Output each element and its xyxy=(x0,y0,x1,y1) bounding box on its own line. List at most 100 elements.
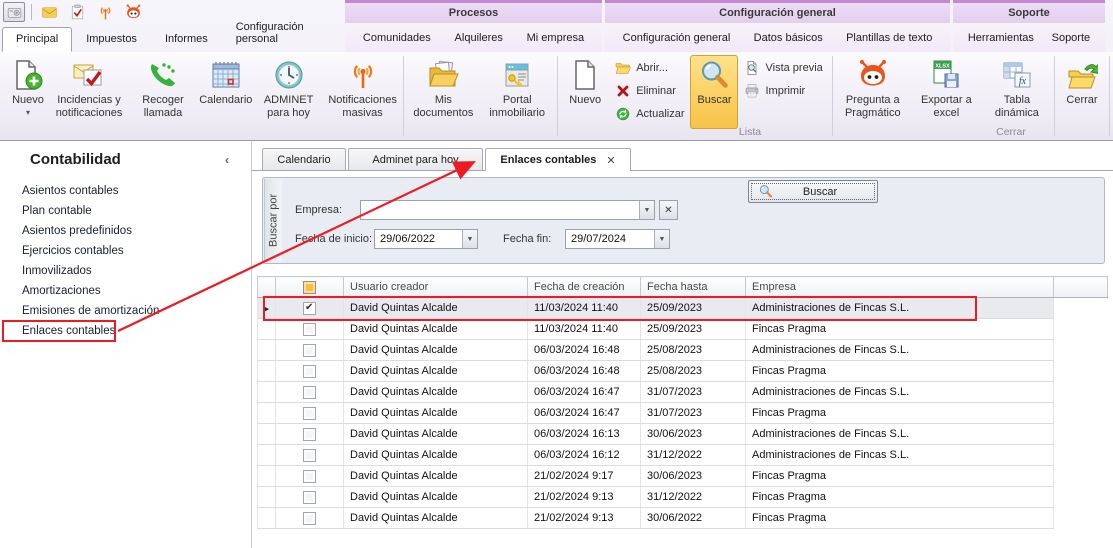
tabla-din-mica-button[interactable]: Tabla dinámica xyxy=(983,55,1051,129)
sidebar-item-amortizaciones[interactable]: Amortizaciones xyxy=(0,281,251,301)
ribbon-tab-plantillas-de-texto[interactable]: Plantillas de texto xyxy=(844,28,934,48)
col-fecha-hasta[interactable]: Fecha hasta xyxy=(641,277,746,298)
empresa-clear-button[interactable] xyxy=(659,200,678,220)
sidebar-item-plan-contable[interactable]: Plan contable xyxy=(0,201,251,221)
buscar-button[interactable]: Buscar xyxy=(748,180,878,203)
col-empresa[interactable]: Empresa xyxy=(746,277,1054,298)
sidebar-item-inmovilizados[interactable]: Inmovilizados xyxy=(0,261,251,281)
chevron-down-icon[interactable] xyxy=(462,230,477,248)
row-checkbox[interactable] xyxy=(303,428,316,441)
checkbox-cell[interactable] xyxy=(276,382,344,403)
recoger-llamada-button[interactable]: Recoger llamada xyxy=(126,55,200,129)
table-row[interactable]: David Quintas Alcalde11/03/2024 11:4025/… xyxy=(258,298,1108,319)
pragmatico-icon[interactable] xyxy=(122,2,144,22)
select-all-header[interactable] xyxy=(276,277,344,298)
col-fecha-creacion[interactable]: Fecha de creación xyxy=(528,277,641,298)
col-usuario-creador[interactable]: Usuario creador xyxy=(344,277,528,298)
ribbon-tab-configuración-personal[interactable]: Configuración personal xyxy=(222,15,345,52)
mis-documentos-button[interactable]: Mis documentos xyxy=(407,55,481,129)
table-header-row: Usuario creador Fecha de creación Fecha … xyxy=(258,277,1108,298)
ribbon-tab-mi-empresa[interactable]: Mi empresa xyxy=(525,28,586,48)
sidebar-item-emisiones-de-amortización[interactable]: Emisiones de amortización xyxy=(0,301,251,321)
fecha-fin-value[interactable]: 29/07/2024 xyxy=(566,233,654,245)
row-checkbox[interactable] xyxy=(303,449,316,462)
tab-adminet-para-hoy[interactable]: Adminet para hoy xyxy=(348,148,483,170)
empresa-combobox[interactable] xyxy=(360,200,655,220)
row-checkbox[interactable] xyxy=(303,512,316,525)
checkbox-cell[interactable] xyxy=(276,466,344,487)
row-checkbox[interactable] xyxy=(303,491,316,504)
checkbox-cell[interactable] xyxy=(276,403,344,424)
checkbox-cell[interactable] xyxy=(276,298,344,319)
table-row[interactable]: David Quintas Alcalde06/03/2024 16:4825/… xyxy=(258,361,1108,382)
tasks-icon[interactable] xyxy=(66,2,88,22)
table-row[interactable]: David Quintas Alcalde06/03/2024 16:4731/… xyxy=(258,382,1108,403)
table-row[interactable]: David Quintas Alcalde21/02/2024 9:1330/0… xyxy=(258,508,1108,529)
sidebar-item-ejercicios-contables[interactable]: Ejercicios contables xyxy=(0,241,251,261)
exportar-a-excel-button[interactable]: Exportar a excel xyxy=(910,55,983,129)
ribbon-tab-comunidades[interactable]: Comunidades xyxy=(361,28,433,48)
sidebar-collapse-icon[interactable]: ‹ xyxy=(225,153,229,167)
table-row[interactable]: David Quintas Alcalde06/03/2024 16:1231/… xyxy=(258,445,1108,466)
checkbox-cell[interactable] xyxy=(276,487,344,508)
nuevo-button[interactable]: Nuevo xyxy=(561,55,609,129)
sidebar-item-asientos-predefinidos[interactable]: Asientos predefinidos xyxy=(0,221,251,241)
ribbon-tab-datos-básicos[interactable]: Datos básicos xyxy=(752,28,825,48)
row-checkbox[interactable] xyxy=(303,302,316,315)
row-checkbox[interactable] xyxy=(303,323,316,336)
table-row[interactable]: David Quintas Alcalde06/03/2024 16:4825/… xyxy=(258,340,1108,361)
chevron-down-icon[interactable] xyxy=(639,201,654,219)
ribbon-tab-soporte[interactable]: Soporte xyxy=(1050,28,1093,48)
row-checkbox[interactable] xyxy=(303,365,316,378)
notificaciones-masivas-button[interactable]: Notificaciones masivas xyxy=(326,55,400,129)
close-icon[interactable] xyxy=(606,154,615,167)
broadcast-icon[interactable] xyxy=(94,2,116,22)
row-checkbox[interactable] xyxy=(303,470,316,483)
calendario-button[interactable]: Calendario xyxy=(200,55,252,129)
row-checkbox[interactable] xyxy=(303,386,316,399)
phone-button[interactable] xyxy=(3,2,25,22)
tab-calendario[interactable]: Calendario xyxy=(262,148,346,170)
fecha-inicio-datepicker[interactable]: 29/06/2022 xyxy=(374,229,478,249)
tab-enlaces-contables[interactable]: Enlaces contables xyxy=(485,148,631,171)
mail-icon[interactable] xyxy=(38,2,60,22)
chevron-down-icon[interactable] xyxy=(654,230,669,248)
sidebar-item-enlaces-contables[interactable]: Enlaces contables xyxy=(0,321,251,341)
table-row[interactable]: David Quintas Alcalde06/03/2024 16:4731/… xyxy=(258,403,1108,424)
table-row[interactable]: David Quintas Alcalde21/02/2024 9:1730/0… xyxy=(258,466,1108,487)
adminet-para-hoy-button[interactable]: ADMINET para hoy xyxy=(252,55,326,129)
row-checkbox[interactable] xyxy=(303,344,316,357)
table-row[interactable]: David Quintas Alcalde06/03/2024 16:1330/… xyxy=(258,424,1108,445)
checkbox-cell[interactable] xyxy=(276,445,344,466)
table-row[interactable]: David Quintas Alcalde11/03/2024 11:4025/… xyxy=(258,319,1108,340)
eliminar-button[interactable]: Eliminar xyxy=(613,81,686,101)
imprimir-button[interactable]: Imprimir xyxy=(742,81,824,101)
checkbox-cell[interactable] xyxy=(276,508,344,529)
ribbon-tab-informes[interactable]: Informes xyxy=(151,27,222,52)
checkbox-cell[interactable] xyxy=(276,361,344,382)
row-checkbox[interactable] xyxy=(303,407,316,420)
fecha-inicio-value[interactable]: 29/06/2022 xyxy=(375,233,462,245)
checkbox-cell[interactable] xyxy=(276,340,344,361)
ribbon-tab-herramientas[interactable]: Herramientas xyxy=(966,28,1036,48)
abrir-button[interactable]: Abrir... xyxy=(613,58,686,78)
select-all-checkbox[interactable] xyxy=(303,281,316,294)
nuevo-button[interactable]: Nuevo▾ xyxy=(4,55,52,129)
ribbon-tab-alquileres[interactable]: Alquileres xyxy=(453,28,505,48)
actualizar-button[interactable]: Actualizar xyxy=(613,104,686,124)
buscar-por-strip[interactable]: Buscar por xyxy=(264,179,282,262)
table-row[interactable]: David Quintas Alcalde21/02/2024 9:1331/1… xyxy=(258,487,1108,508)
checkbox-cell[interactable] xyxy=(276,319,344,340)
vista-previa-button[interactable]: Vista previa xyxy=(742,58,824,78)
cerrar-button[interactable]: Cerrar xyxy=(1058,55,1106,129)
portal-inmobiliario-button[interactable]: Portal inmobiliario xyxy=(480,55,554,129)
ribbon-tab-configuración-general[interactable]: Configuración general xyxy=(621,28,733,48)
ribbon-tab-impuestos[interactable]: Impuestos xyxy=(72,27,151,52)
checkbox-cell[interactable] xyxy=(276,424,344,445)
pregunta-a-pragm-tico-button[interactable]: Pregunta a Pragmático xyxy=(836,55,910,129)
fecha-fin-datepicker[interactable]: 29/07/2024 xyxy=(565,229,670,249)
incidencias-y-notificaciones-button[interactable]: Incidencias y notificaciones xyxy=(52,55,126,129)
sidebar-item-asientos-contables[interactable]: Asientos contables xyxy=(0,181,251,201)
ribbon-tab-principal[interactable]: Principal xyxy=(2,27,72,52)
buscar-button[interactable]: Buscar xyxy=(690,55,738,129)
